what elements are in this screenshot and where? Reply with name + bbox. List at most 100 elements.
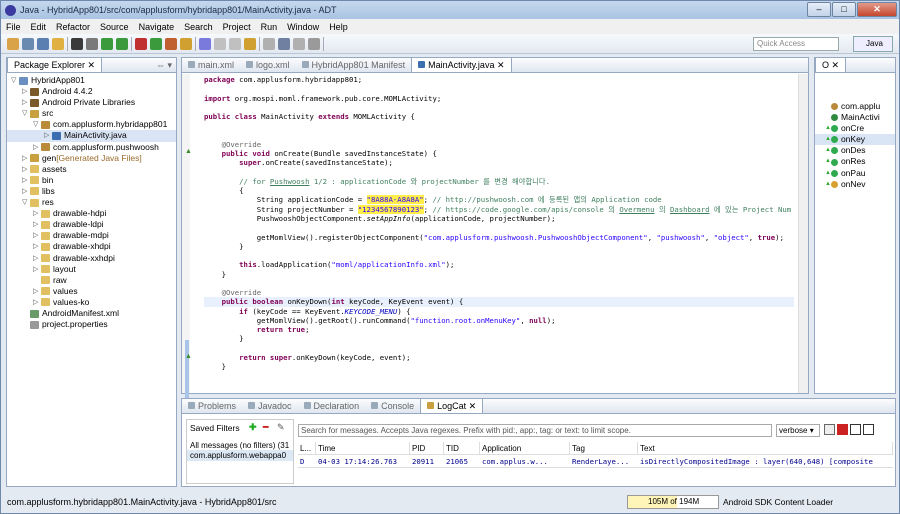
menu-file[interactable]: File <box>1 22 26 32</box>
outline-item[interactable]: ▲ onKey <box>815 134 895 146</box>
editor-tab[interactable]: main.xml <box>182 58 240 72</box>
toolbar-button-icon[interactable] <box>71 37 83 50</box>
tree-item[interactable]: AndroidManifest.xml <box>7 308 176 319</box>
view-menu-icon[interactable]: ⇔ ▾ <box>156 60 176 71</box>
remove-filter-icon[interactable]: ━ <box>263 422 268 433</box>
tree-item[interactable]: ▷ drawable-xhdpi <box>7 241 176 252</box>
tree-item[interactable]: ▽ res <box>7 197 176 208</box>
toolbar-button-icon[interactable] <box>150 37 162 50</box>
bottom-tab-problems[interactable]: Problems <box>182 399 242 413</box>
expand-arrow-icon[interactable]: ▽ <box>22 108 30 119</box>
menu-edit[interactable]: Edit <box>26 22 52 32</box>
expand-arrow-icon[interactable]: ▷ <box>33 230 41 241</box>
code-line[interactable]: // for Pushwoosh 1/2 : applicationCode 와… <box>204 177 794 186</box>
outline-item[interactable]: ▲ onRes <box>815 156 895 167</box>
menu-navigate[interactable]: Navigate <box>134 22 180 32</box>
menu-run[interactable]: Run <box>256 22 283 32</box>
minimize-button[interactable]: – <box>807 2 831 17</box>
menu-window[interactable]: Window <box>282 22 324 32</box>
tree-item[interactable]: ▷ bin <box>7 175 176 186</box>
code-line[interactable] <box>204 121 794 130</box>
table-row[interactable]: D 04-03 17:14:26.763 20911 21065 com.applus.… <box>298 455 893 468</box>
editor-tab[interactable]: HybridApp801 Manifest <box>296 58 412 72</box>
add-filter-icon[interactable]: ✚ <box>249 422 257 433</box>
toolbar-button-icon[interactable] <box>7 37 19 50</box>
memory-indicator[interactable]: 105M of 194M <box>627 495 719 509</box>
toolbar-button-icon[interactable] <box>101 37 113 50</box>
toolbar-button-icon[interactable] <box>229 37 241 50</box>
code-line[interactable]: public boolean onKeyDown(int keyCode, Ke… <box>204 297 794 307</box>
tree-item[interactable]: ▷ drawable-mdpi <box>7 230 176 241</box>
tree-item[interactable]: project.properties <box>7 319 176 330</box>
toolbar-button-icon[interactable] <box>244 37 256 50</box>
expand-arrow-icon[interactable]: ▷ <box>33 219 41 230</box>
code-line[interactable]: public void onCreate(Bundle savedInstanc… <box>204 149 794 158</box>
code-line[interactable]: getMomlView().registerObjectComponent("c… <box>204 233 794 242</box>
code-line[interactable] <box>204 279 794 288</box>
menu-search[interactable]: Search <box>179 22 218 32</box>
expand-arrow-icon[interactable]: ▷ <box>33 241 41 252</box>
code-line[interactable] <box>204 223 794 232</box>
toolbar-button-icon[interactable] <box>165 37 177 50</box>
code-line[interactable] <box>204 131 794 140</box>
maximize-button[interactable]: □ <box>832 2 856 17</box>
expand-arrow-icon[interactable]: ▷ <box>22 153 30 164</box>
expand-arrow-icon[interactable]: ▷ <box>33 142 41 153</box>
edit-filter-icon[interactable]: ✎ <box>277 422 285 433</box>
code-line[interactable]: } <box>204 334 794 343</box>
tree-item[interactable]: raw <box>7 275 176 286</box>
code-line[interactable]: { <box>204 186 794 195</box>
toolbar-button-icon[interactable] <box>180 37 192 50</box>
expand-arrow-icon[interactable]: ▽ <box>11 75 19 86</box>
expand-arrow-icon[interactable]: ▷ <box>33 208 41 219</box>
expand-arrow-icon[interactable]: ▷ <box>22 164 30 175</box>
code-line[interactable]: } <box>204 270 794 279</box>
expand-arrow-icon[interactable]: ▷ <box>22 186 30 197</box>
expand-arrow-icon[interactable]: ▷ <box>33 297 41 308</box>
editor-scrollbar[interactable] <box>798 74 808 393</box>
toolbar-button-icon[interactable] <box>278 37 290 50</box>
code-line[interactable]: package com.applusform.hybridapp801; <box>204 75 794 84</box>
tree-item[interactable]: ▷ values-ko <box>7 297 176 308</box>
expand-arrow-icon[interactable]: ▷ <box>22 175 30 186</box>
outline-item[interactable]: ▲ onNev <box>815 179 895 190</box>
code-line[interactable]: } <box>204 362 794 371</box>
bottom-tab-javadoc[interactable]: Javadoc <box>242 399 298 413</box>
column-header[interactable]: Application <box>480 442 570 454</box>
code-line[interactable]: return true; <box>204 325 794 334</box>
toolbar-button-icon[interactable] <box>52 37 64 50</box>
close-button[interactable]: ✕ <box>857 2 897 17</box>
clear-log-icon[interactable] <box>837 424 848 435</box>
menu-help[interactable]: Help <box>324 22 353 32</box>
save-log-icon[interactable] <box>824 424 835 435</box>
tree-item[interactable]: ▷ Android 4.4.2 <box>7 86 176 97</box>
menu-refactor[interactable]: Refactor <box>51 22 95 32</box>
tree-item[interactable]: ▷ drawable-hdpi <box>7 208 176 219</box>
tree-item[interactable]: ▷ drawable-xxhdpi <box>7 253 176 264</box>
toolbar-button-icon[interactable] <box>86 37 98 50</box>
code-line[interactable] <box>204 84 794 93</box>
tree-item[interactable]: ▷ com.applusform.pushwoosh <box>7 142 176 153</box>
tree-item[interactable]: ▷ layout <box>7 264 176 275</box>
expand-arrow-icon[interactable]: ▷ <box>33 286 41 297</box>
outline-item[interactable]: MainActivi <box>815 112 895 123</box>
java-perspective-button[interactable]: Java <box>853 36 893 52</box>
code-line[interactable]: import org.mospi.moml.framework.pub.core… <box>204 94 794 103</box>
expand-arrow-icon[interactable]: ▽ <box>22 197 30 208</box>
bottom-tab-declaration[interactable]: Declaration <box>298 399 366 413</box>
tab-package-explorer[interactable]: Package Explorer ✕ <box>7 58 103 72</box>
column-header[interactable]: L... <box>298 442 316 454</box>
code-line[interactable]: @Override <box>204 288 794 297</box>
expand-arrow-icon[interactable]: ▷ <box>33 253 41 264</box>
code-line[interactable]: PushwooshObjectComponent.setAppInfo(appl… <box>204 214 794 223</box>
code-line[interactable] <box>204 251 794 260</box>
editor-tab[interactable]: logo.xml <box>240 58 296 72</box>
toolbar-button-icon[interactable] <box>135 37 147 50</box>
logcat-search-input[interactable]: Search for messages. Accepts Java regexe… <box>298 424 772 437</box>
tree-item[interactable]: ▷ assets <box>7 164 176 175</box>
menu-source[interactable]: Source <box>95 22 134 32</box>
tree-item[interactable]: ▷ gen [Generated Java Files] <box>7 153 176 164</box>
code-line[interactable]: super.onCreate(savedInstanceState); <box>204 158 794 167</box>
outline-item[interactable]: ▲ onDes <box>815 145 895 156</box>
expand-arrow-icon[interactable]: ▷ <box>22 97 30 108</box>
